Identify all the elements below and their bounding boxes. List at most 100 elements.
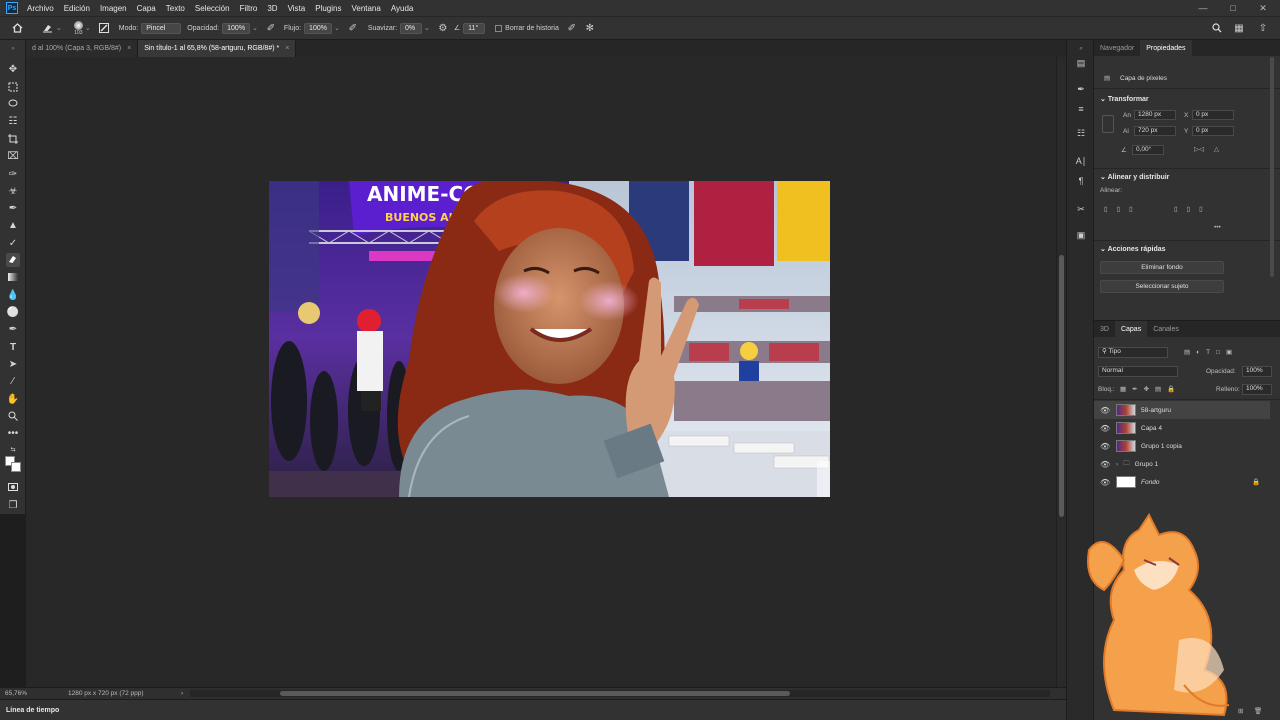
workspace-icon[interactable]: ▦ [1232,21,1246,35]
layer-row-58-artguru[interactable]: 👁 58-artguru [1094,401,1270,419]
gradient-tool-icon[interactable] [6,270,20,284]
eraser-tool-icon[interactable] [40,21,54,35]
lock-icon[interactable]: 🔒 [1252,478,1260,486]
layer-opacity-input[interactable]: 100% [1242,366,1272,377]
hand-tool-icon[interactable]: ✋ [6,392,20,406]
tab-3d[interactable]: 3D [1094,321,1115,337]
brush-tool-icon[interactable]: ✒ [6,201,20,215]
tab-navegador[interactable]: Navegador [1094,40,1140,56]
more-tools-icon[interactable]: ••• [6,426,20,440]
brush-settings-panel-icon[interactable]: ✒ [1074,82,1088,96]
smooth-chevron-icon[interactable]: ⌄ [424,24,430,32]
smoothing-gear-icon[interactable]: ⚙ [436,21,450,35]
flip-vertical-icon[interactable]: △ [1214,145,1219,153]
menu-edicion[interactable]: Edición [59,4,95,13]
maximize-icon[interactable]: □ [1218,0,1248,16]
group-expand-chevron-icon[interactable]: › [1116,461,1118,468]
marquee-tool-icon[interactable] [6,80,20,94]
align-section-title[interactable]: ⌄ Alinear y distribuir [1100,173,1169,181]
y-input[interactable]: 0 px [1192,126,1234,136]
remove-background-button[interactable]: Eliminar fondo [1100,261,1224,274]
pen-tool-icon[interactable]: ✒ [6,322,20,336]
object-select-tool-icon[interactable]: ☷ [6,114,20,128]
symmetry-icon[interactable]: ✻ [583,21,597,35]
tab-capas[interactable]: Capas [1114,321,1148,337]
toolbar-collapse-icon[interactable]: » [6,42,20,56]
smooth-input[interactable]: 0% [400,22,423,34]
visibility-eye-icon[interactable]: 👁 [1100,406,1110,415]
eraser-tool-button[interactable] [6,253,20,267]
menu-filtro[interactable]: Filtro [235,4,263,13]
lasso-tool-icon[interactable] [6,97,20,111]
transform-section-title[interactable]: ⌄ Transformar [1100,95,1149,103]
tab-close-icon[interactable]: × [285,45,289,52]
flow-input[interactable]: 100% [304,22,332,34]
background-color-swatch[interactable] [11,462,21,472]
link-dimensions-icon[interactable] [1102,115,1114,133]
character-panel-icon[interactable]: A∣ [1074,154,1088,168]
menu-seleccion[interactable]: Selección [190,4,235,13]
quick-mask-icon[interactable] [6,480,20,494]
align-buttons-row-2[interactable]: ▯▯▯ [1174,205,1212,213]
blend-mode-select[interactable]: Normal [1098,366,1178,377]
select-subject-button[interactable]: Seleccionar sujeto [1100,280,1224,293]
search-icon[interactable] [1210,21,1224,35]
tab-close-icon[interactable]: × [127,45,131,52]
layer-row-grupo-1[interactable]: 👁 › 🗀 Grupo 1 [1094,455,1270,473]
lock-icons[interactable]: ▦✒✥▤🔒 [1120,385,1181,393]
menu-ventana[interactable]: Ventana [346,4,385,13]
menu-archivo[interactable]: Archivo [22,4,59,13]
screen-mode-icon[interactable]: ❐ [6,498,20,512]
airbrush-icon[interactable]: ✐ [346,21,360,35]
tab-sin-titulo-1[interactable]: Sin título-1 al 65,8% (58-artguru, RGB/8… [138,40,297,57]
visibility-eye-icon[interactable]: 👁 [1100,478,1110,487]
fill-input[interactable]: 100% [1242,384,1272,395]
tab-canales[interactable]: Canales [1147,321,1185,337]
visibility-eye-icon[interactable]: 👁 [1100,442,1110,451]
clone-stamp-tool-icon[interactable]: ▲ [6,218,20,232]
minimize-icon[interactable]: — [1188,0,1218,16]
zoom-tool-icon[interactable] [6,409,20,423]
layer-row-fondo[interactable]: 👁 Fondo 🔒 [1094,473,1270,491]
visibility-eye-icon[interactable]: 👁 [1100,460,1110,469]
share-icon[interactable]: ⇧ [1256,21,1270,35]
delete-layer-icon[interactable]: 🗑 [1254,707,1262,715]
libraries-panel-icon[interactable]: ☷ [1074,126,1088,140]
eyedropper-tool-icon[interactable]: ✑ [6,167,20,181]
status-arrow-icon[interactable]: › [181,690,183,697]
pressure-size-icon[interactable]: ✐ [565,21,579,35]
vertical-scroll-thumb[interactable] [1059,255,1064,517]
paragraph-panel-icon[interactable]: ¶ [1074,174,1088,188]
history-brush-tool-icon[interactable]: ✓ [6,236,20,250]
opacity-input[interactable]: 100% [222,22,251,34]
rotation-input[interactable]: 0,00° [1132,145,1164,155]
pressure-opacity-icon[interactable]: ✐ [264,21,278,35]
blur-tool-icon[interactable]: 💧 [6,288,20,302]
align-more-icon[interactable]: ••• [1214,224,1221,231]
frame-tool-icon[interactable]: ⌧ [6,149,20,163]
menu-imagen[interactable]: Imagen [95,4,132,13]
info-panel-icon[interactable]: ▣ [1074,228,1088,242]
flow-chevron-icon[interactable]: ⌄ [334,24,340,32]
layer-filter-icons[interactable]: ▤◐T□▣ [1184,348,1238,356]
menu-capa[interactable]: Capa [132,4,161,13]
align-buttons-row-1[interactable]: ▯▯▯ [1104,205,1142,213]
layer-row-grupo-1-copia[interactable]: 👁 Grupo 1 copia [1094,437,1270,455]
width-input[interactable]: 1280 px [1134,110,1176,120]
home-icon[interactable] [10,21,24,35]
vertical-scrollbar[interactable] [1056,57,1066,687]
visibility-eye-icon[interactable]: 👁 [1100,424,1110,433]
collapse-panels-icon[interactable]: « [1074,42,1088,56]
mode-select[interactable]: Pincel [141,22,182,34]
history-checkbox[interactable] [495,24,503,32]
tool-presets-panel-icon[interactable]: ✂ [1074,202,1088,216]
type-tool-icon[interactable]: T [6,340,20,354]
flip-horizontal-icon[interactable]: ▷◁ [1194,145,1204,153]
height-input[interactable]: 720 px [1134,126,1176,136]
move-tool-icon[interactable]: ✥ [6,62,20,76]
healing-brush-tool-icon[interactable]: ☣ [6,184,20,198]
dodge-tool-icon[interactable]: ⚪ [6,305,20,319]
layer-filter-select[interactable]: ⚲ Tipo [1098,347,1168,358]
tab-propiedades[interactable]: Propiedades [1140,40,1192,56]
zoom-level[interactable]: 65,76% [5,690,27,697]
